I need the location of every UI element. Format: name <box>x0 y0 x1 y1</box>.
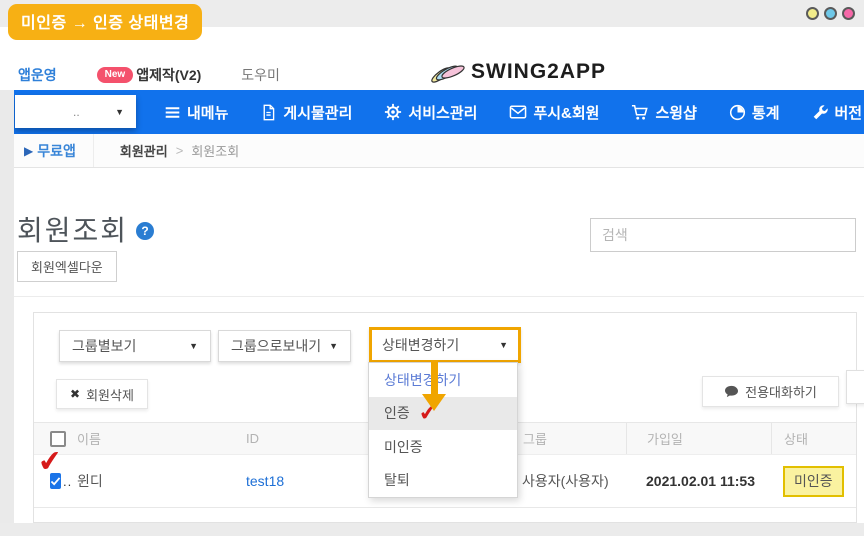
status-change-select[interactable]: 상태변경하기 ▼ <box>369 327 521 363</box>
nav-item-board-management[interactable]: 게시물관리 <box>260 102 352 123</box>
swing2app-logo: SWING2APP <box>430 58 606 86</box>
header-menu: 앱운영 New 앱제작(V2) 도우미 <box>18 65 320 85</box>
header-menu-helper[interactable]: 도우미 <box>241 65 280 85</box>
cell-name: 윈디 <box>71 471 231 491</box>
logo-text: SWING2APP <box>471 60 606 84</box>
menu-item-unverified[interactable]: 미인증 <box>369 430 517 464</box>
swing2app-admin-window: 앱운영 New 앱제작(V2) 도우미 SWING2APP .. ▼ <box>0 0 864 536</box>
cell-status: 미인증 <box>771 455 856 507</box>
breadcrumb-page: 회원조회 <box>191 141 239 160</box>
status-badge: 미인증 <box>783 466 844 497</box>
nav-item-swing-shop[interactable]: 스윙샵 <box>631 102 696 123</box>
pie-icon <box>729 104 746 121</box>
header-group: 그룹 <box>516 423 626 454</box>
member-delete-button[interactable]: ✖ 회원삭제 <box>56 379 148 409</box>
chevron-down-icon: ▼ <box>115 107 124 117</box>
annotation-arrow-shaft <box>431 360 438 396</box>
feather-logo-icon <box>430 58 466 86</box>
page-title-wrap: 회원조회 ? <box>17 209 154 249</box>
header-check-cell <box>34 431 71 447</box>
header-join-date: 가입일 <box>626 423 771 454</box>
nav-item-statistics[interactable]: 통계 <box>729 102 780 123</box>
page-title: 회원조회 <box>17 209 128 249</box>
nav-item-push-members[interactable]: 푸시&회원 <box>509 102 599 123</box>
search-input[interactable] <box>590 218 856 252</box>
help-icon[interactable]: ? <box>136 222 154 240</box>
cart-icon <box>631 104 649 121</box>
chevron-down-icon: ▼ <box>329 341 338 351</box>
speech-bubble-icon <box>724 385 739 398</box>
main-navbar: .. ▼ 내메뉴 게시물관리 <box>14 90 864 134</box>
section-divider <box>14 296 864 297</box>
new-badge: New <box>97 67 134 83</box>
header-name: 이름 <box>71 429 231 448</box>
window-control-cyan[interactable] <box>824 7 837 20</box>
left-gutter <box>0 90 14 536</box>
chevron-down-icon: ▼ <box>189 341 198 351</box>
mail-icon <box>509 104 527 120</box>
breadcrumb: ▶ 무료앱 회원관리 > 회원조회 <box>14 134 864 168</box>
header-menu-app-operation[interactable]: 앱운영 <box>18 65 57 85</box>
nav-item-service-management[interactable]: 서비스관리 <box>384 102 477 123</box>
menu-item-status-change[interactable]: 상태변경하기 <box>369 363 517 397</box>
cell-group: 사용자(사용자) <box>516 455 626 507</box>
breadcrumb-section[interactable]: 회원관리 <box>120 141 168 160</box>
status-change-menu: 상태변경하기 인증 ✔ 미인증 탈퇴 <box>368 362 518 498</box>
wrench-icon <box>812 104 829 121</box>
private-chat-button[interactable]: 전용대화하기 <box>702 376 839 407</box>
member-id-link[interactable]: test18 <box>246 473 284 489</box>
triangle-right-icon: ▶ <box>24 144 33 158</box>
annotation-badge: 미인증 → 인증 상태변경 <box>8 4 202 40</box>
navbar-items: 내메뉴 게시물관리 서비스관리 <box>164 90 862 134</box>
board-icon <box>260 104 277 121</box>
annotation-arrow-head-icon <box>422 394 446 411</box>
close-icon: ✖ <box>70 387 80 401</box>
chevron-down-icon: ▼ <box>499 340 508 350</box>
menu-icon <box>164 104 181 121</box>
nav-item-version[interactable]: 버전 <box>812 102 863 123</box>
window-control-yellow[interactable] <box>806 7 819 20</box>
red-check-annotation-icon: ✔ <box>37 447 64 478</box>
bottom-gutter <box>0 523 864 536</box>
header-menu-app-build[interactable]: New 앱제작(V2) <box>97 65 202 85</box>
nav-item-my-menu[interactable]: 내메뉴 <box>164 102 228 123</box>
window-controls <box>806 7 855 20</box>
window-control-pink[interactable] <box>842 7 855 20</box>
header-status: 상태 <box>771 423 856 454</box>
breadcrumb-app-link[interactable]: ▶ 무료앱 <box>14 134 94 167</box>
cell-join-date: 2021.02.01 11:53 <box>626 455 771 507</box>
menu-item-withdraw[interactable]: 탈퇴 <box>369 464 517 498</box>
member-excel-download-button[interactable]: 회원엑셀다운 <box>17 251 117 282</box>
app-selector-dropdown[interactable]: .. ▼ <box>15 95 136 128</box>
breadcrumb-separator: > <box>176 143 184 158</box>
gear-icon <box>384 103 402 121</box>
cut-off-button-fragment[interactable] <box>846 370 864 404</box>
group-send-select[interactable]: 그룹으로보내기 ▼ <box>218 330 351 362</box>
group-view-select[interactable]: 그룹별보기 ▼ <box>59 330 211 362</box>
